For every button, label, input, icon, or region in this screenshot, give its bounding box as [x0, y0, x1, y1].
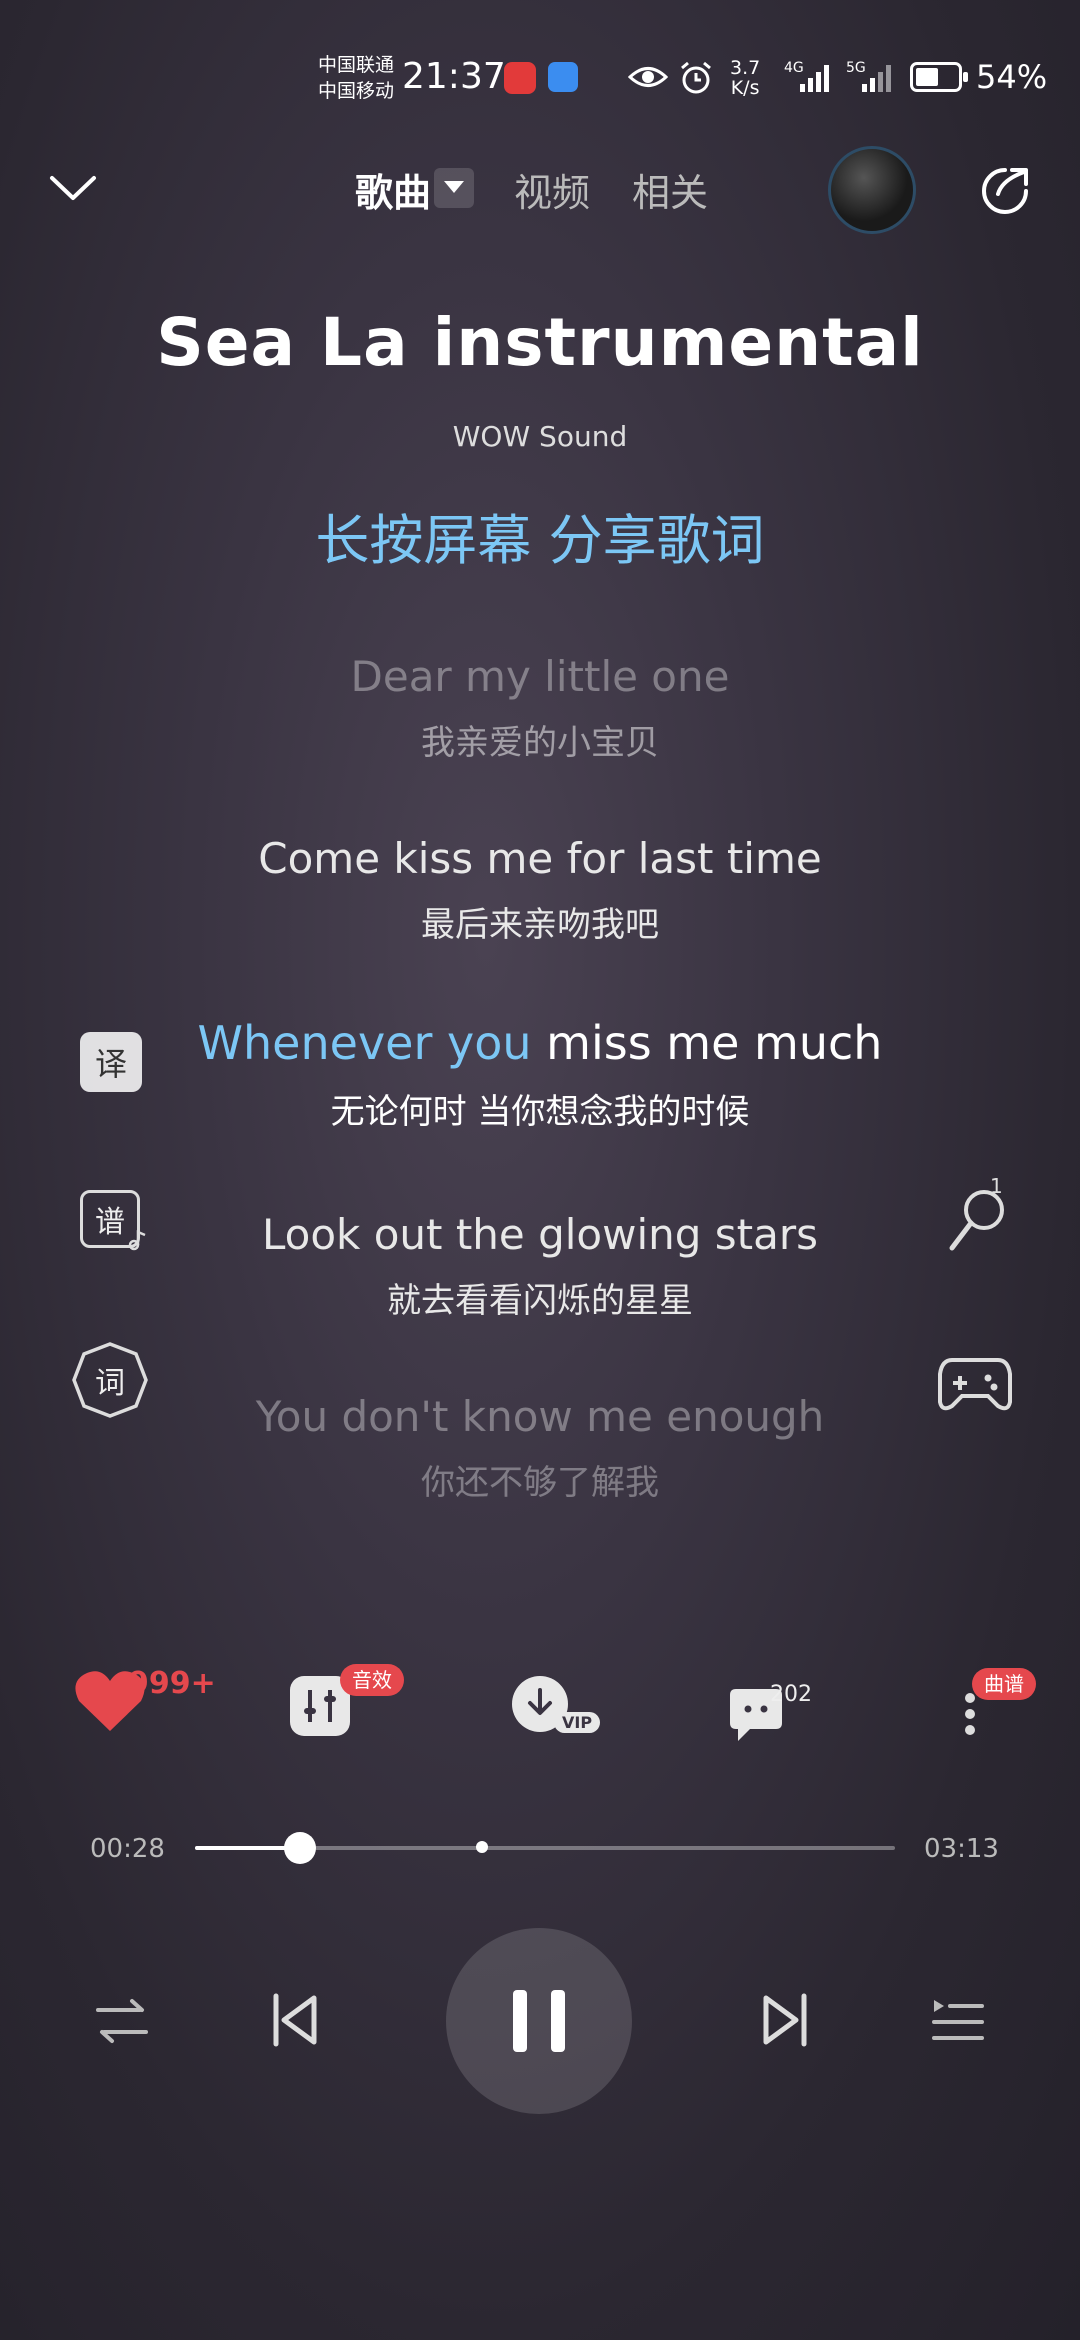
carrier-1: 中国联通	[318, 54, 395, 76]
share-icon[interactable]	[978, 164, 1032, 218]
lyric-en: Dear my little one	[350, 652, 730, 701]
battery-icon	[910, 62, 968, 92]
lyric-zh: 就去看看闪烁的星星	[387, 1281, 693, 1321]
carrier-2: 中国移动	[318, 80, 395, 102]
total-time: 03:13	[924, 1834, 999, 1864]
speed-unit: K/s	[730, 77, 760, 99]
network-speed: 3.7 K/s	[730, 58, 760, 98]
song-title: Sea La instrumental	[156, 304, 924, 381]
notification-app-icon	[504, 62, 536, 94]
lyric-en: You don't know me enough	[255, 1392, 825, 1441]
lyric-zh: 我亲爱的小宝贝	[421, 723, 659, 763]
more-button[interactable]	[960, 1690, 980, 1740]
tab-song-dropdown[interactable]	[434, 168, 474, 208]
cloud-app-icon	[548, 62, 578, 92]
like-count: 999+	[128, 1666, 216, 1701]
lyric-zh: 你还不够了解我	[421, 1463, 659, 1503]
shuffle-order-icon[interactable]	[96, 1996, 148, 2046]
karaoke-count: 1	[990, 1174, 1003, 1198]
lyric-line[interactable]: Dear my little one 我亲爱的小宝贝	[0, 652, 1080, 764]
tab-related[interactable]: 相关	[632, 162, 708, 217]
chevron-down-icon[interactable]	[48, 170, 98, 206]
pause-icon	[513, 1990, 565, 2052]
translate-button[interactable]: 译	[80, 1032, 142, 1092]
lyric-line-current[interactable]: Whenever you miss me much 无论何时 当你想念我的时候	[0, 1016, 1080, 1133]
more-vertical-icon	[965, 1693, 975, 1735]
equalizer-icon	[304, 1690, 336, 1722]
lyric-line[interactable]: Look out the glowing stars 就去看看闪烁的星星	[0, 1210, 1080, 1322]
next-icon[interactable]	[760, 1990, 810, 2050]
playlist-icon[interactable]	[932, 1996, 984, 2046]
progress-thumb[interactable]	[284, 1832, 316, 1864]
lyric-zh: 最后来亲吻我吧	[421, 905, 659, 945]
comment-count: 202	[770, 1682, 812, 1707]
lyric-en: Come kiss me for last time	[258, 834, 822, 883]
tab-song[interactable]: 歌曲	[355, 162, 431, 217]
previous-icon[interactable]	[270, 1990, 320, 2050]
signal-icon-1	[800, 62, 829, 92]
eye-icon	[628, 67, 668, 87]
clock: 21:37	[402, 56, 506, 97]
lyric-zh: 无论何时 当你想念我的时候	[330, 1092, 750, 1132]
lyric-en-sung: Whenever you	[197, 1016, 532, 1070]
translate-label: 译	[94, 1045, 127, 1083]
current-time: 00:28	[90, 1834, 165, 1864]
vip-badge: VIP	[554, 1712, 601, 1733]
share-lyrics-hint[interactable]: 长按屏幕 分享歌词	[0, 496, 1080, 575]
score-label: 谱	[95, 1205, 125, 1240]
karaoke-mic-icon[interactable]	[944, 1180, 1014, 1260]
download-icon	[528, 1688, 552, 1715]
game-controller-icon[interactable]	[938, 1354, 1012, 1414]
signal-icon-2	[862, 62, 891, 92]
pause-button[interactable]	[446, 1928, 632, 2114]
lyric-style-label: 词	[95, 1366, 125, 1401]
score-badge: 曲谱	[972, 1668, 1036, 1700]
artist-name[interactable]: WOW Sound	[0, 420, 1080, 453]
lyric-line[interactable]: You don't know me enough 你还不够了解我	[0, 1392, 1080, 1504]
speed-value: 3.7	[730, 57, 761, 79]
status-bar: 中国联通 中国移动 21:37 3.7 K/s 4G 5G 54%	[0, 0, 1080, 150]
carrier-names: 中国联通 中国移动	[318, 52, 394, 104]
music-note-icon	[128, 1230, 146, 1251]
tab-song-label: 歌曲	[355, 171, 432, 215]
score-button[interactable]: 谱	[80, 1190, 146, 1251]
progress-slider[interactable]	[195, 1832, 895, 1864]
lyric-line[interactable]: Come kiss me for last time 最后来亲吻我吧	[0, 834, 1080, 946]
buffer-marker	[476, 1841, 488, 1853]
lyric-style-button[interactable]: 词	[70, 1340, 150, 1420]
lyric-en-unsung: miss me much	[531, 1016, 883, 1070]
share-hint-part-1: 长按屏幕	[315, 509, 532, 572]
lyric-en: Look out the glowing stars	[261, 1210, 819, 1259]
tab-video[interactable]: 视频	[514, 162, 590, 217]
artist-avatar[interactable]	[828, 146, 916, 234]
alarm-icon	[681, 61, 711, 94]
battery-percent: 54%	[976, 58, 1048, 96]
share-hint-part-2: 分享歌词	[548, 509, 765, 572]
caret-down-icon	[444, 181, 464, 193]
effects-badge: 音效	[340, 1664, 404, 1696]
